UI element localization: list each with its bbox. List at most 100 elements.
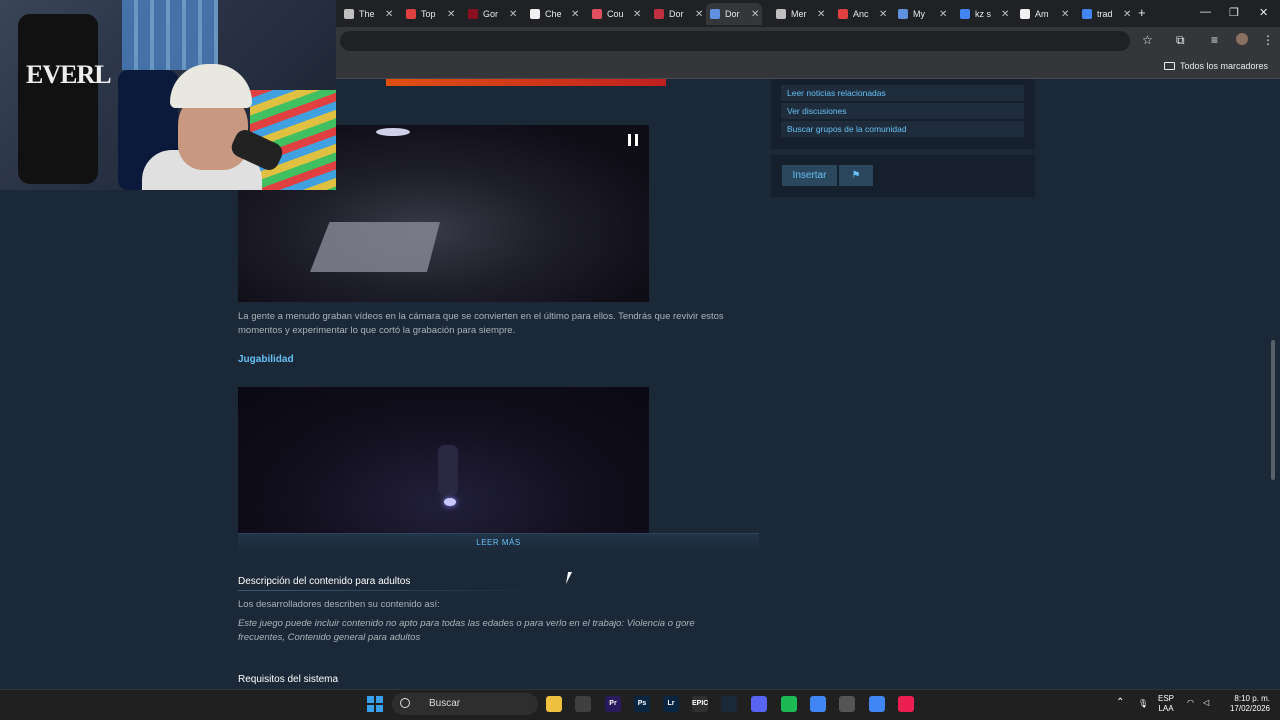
media-icon[interactable]: ≡ [1211, 33, 1218, 47]
close-tab-icon[interactable]: ✕ [1123, 9, 1131, 20]
tab-title: Gor [483, 9, 499, 19]
clock-time: 8:10 p. m. [1234, 694, 1270, 703]
favicon-icon [592, 9, 602, 19]
windows-start-icon[interactable] [367, 696, 383, 712]
premiere-icon[interactable]: Pr [605, 696, 621, 712]
tab-title: kz s [975, 9, 992, 19]
language-indicator[interactable]: ESP LAA [1158, 694, 1174, 714]
video-lamp [376, 128, 410, 136]
browser-tab[interactable]: Am ✕ [1016, 3, 1070, 25]
all-bookmarks-label: Todos los marcadores [1179, 61, 1268, 71]
kebab-menu-icon[interactable]: ⋮ [1262, 33, 1274, 47]
favicon-icon [898, 9, 908, 19]
close-tab-icon[interactable]: ✕ [879, 9, 887, 20]
person-cap [170, 64, 252, 108]
read-more-button[interactable]: LEER MÁS [238, 538, 759, 547]
browser-tab[interactable]: My ✕ [894, 3, 948, 25]
video-figure [438, 445, 458, 495]
close-tab-icon[interactable]: ✕ [751, 9, 759, 20]
close-tab-icon[interactable]: ✕ [939, 9, 947, 20]
restore-icon[interactable]: ❐ [1229, 6, 1239, 19]
browser-tab[interactable]: Dor ✕ [650, 3, 704, 25]
page-scrollbar[interactable] [1271, 340, 1275, 480]
favicon-icon [960, 9, 970, 19]
adult-content-heading: Descripción del contenido para adultos [238, 576, 411, 587]
app-icon[interactable] [575, 696, 591, 712]
tab-title: Top [421, 9, 436, 19]
file-explorer-icon[interactable] [546, 696, 562, 712]
tab-title: Anc [853, 9, 869, 19]
volume-icon[interactable]: ◁ [1203, 698, 1209, 708]
browser-tab[interactable]: trad ✕ [1078, 3, 1132, 25]
tiktok-icon[interactable] [898, 696, 914, 712]
bag-text: EVERL [26, 60, 112, 89]
clock-date: 17/02/2026 [1229, 704, 1270, 713]
photoshop-icon[interactable]: Ps [634, 696, 650, 712]
avatar[interactable] [1236, 33, 1248, 45]
system-requirements-heading: Requisitos del sistema [238, 674, 339, 685]
discord-icon[interactable] [751, 696, 767, 712]
close-tab-icon[interactable]: ✕ [509, 9, 517, 20]
browser-tab[interactable]: Gor ✕ [464, 3, 518, 25]
close-tab-icon[interactable]: ✕ [1001, 9, 1009, 20]
pause-icon[interactable] [628, 134, 638, 146]
close-tab-icon[interactable]: ✕ [695, 9, 703, 20]
shelf [122, 0, 218, 70]
video-light [444, 498, 456, 506]
link-community-groups[interactable]: Buscar grupos de la comunidad [781, 121, 1024, 137]
gameplay-heading: Jugabilidad [238, 354, 294, 365]
tab-title: The [359, 9, 375, 19]
tab-title: Dor [669, 9, 684, 19]
address-bar[interactable] [340, 31, 1130, 51]
link-discussions[interactable]: Ver discusiones [781, 103, 1024, 119]
extensions-icon[interactable]: ⧉ [1176, 33, 1185, 48]
divider [238, 590, 554, 591]
close-tab-icon[interactable]: ✕ [571, 9, 579, 20]
chrome-icon[interactable] [810, 696, 826, 712]
lightroom-icon[interactable]: Lr [663, 696, 679, 712]
app-icon[interactable] [839, 696, 855, 712]
microphone-icon[interactable]: 🎙 [1138, 699, 1148, 709]
browser-tab[interactable]: Mer ✕ [772, 3, 826, 25]
chrome-icon[interactable] [869, 696, 885, 712]
close-tab-icon[interactable]: ✕ [817, 9, 825, 20]
browser-tab[interactable]: Che ✕ [526, 3, 580, 25]
clock[interactable]: 8:10 p. m. 17/02/2026 [1226, 694, 1270, 714]
close-tab-icon[interactable]: ✕ [447, 9, 455, 20]
browser-tab[interactable]: Anc ✕ [834, 3, 888, 25]
minimize-icon[interactable]: — [1200, 6, 1211, 18]
link-related-news[interactable]: Leer noticias relacionadas [781, 85, 1024, 101]
new-tab-button[interactable]: + [1138, 5, 1146, 20]
taskbar-search[interactable]: Buscar [392, 693, 538, 715]
favicon-icon [1020, 9, 1030, 19]
browser-tab[interactable]: The ✕ [340, 3, 394, 25]
all-bookmarks-button[interactable]: Todos los marcadores [1163, 61, 1268, 71]
browser-tab[interactable]: kz s ✕ [956, 3, 1010, 25]
favicon-icon [344, 9, 354, 19]
browser-tab[interactable]: Dor ✕ [706, 3, 762, 25]
webcam-overlay: EVERL [0, 0, 336, 190]
browser-tab[interactable]: Top ✕ [402, 3, 456, 25]
flag-icon[interactable]: ⚑ [839, 165, 873, 186]
close-window-icon[interactable]: ✕ [1259, 6, 1268, 19]
close-tab-icon[interactable]: ✕ [633, 9, 641, 20]
favicon-icon [406, 9, 416, 19]
folder-icon [1163, 62, 1175, 70]
tab-title: Che [545, 9, 562, 19]
spotify-icon[interactable] [781, 696, 797, 712]
close-tab-icon[interactable]: ✕ [1061, 9, 1069, 20]
steam-icon[interactable] [721, 696, 737, 712]
embed-button[interactable]: Insertar [782, 165, 837, 186]
favicon-icon [654, 9, 664, 19]
wifi-icon[interactable]: ◠ [1187, 698, 1194, 708]
chevron-up-icon[interactable]: ⌃ [1116, 698, 1124, 708]
video-table [310, 222, 440, 272]
close-tab-icon[interactable]: ✕ [385, 9, 393, 20]
tab-title: Cou [607, 9, 624, 19]
star-icon[interactable]: ☆ [1142, 33, 1153, 47]
promo-banner [386, 79, 666, 86]
search-icon [400, 698, 410, 708]
game-description: La gente a menudo graban vídeos en la cá… [238, 311, 724, 336]
browser-tab[interactable]: Cou ✕ [588, 3, 642, 25]
epic-games-icon[interactable]: EPIC [692, 696, 708, 712]
